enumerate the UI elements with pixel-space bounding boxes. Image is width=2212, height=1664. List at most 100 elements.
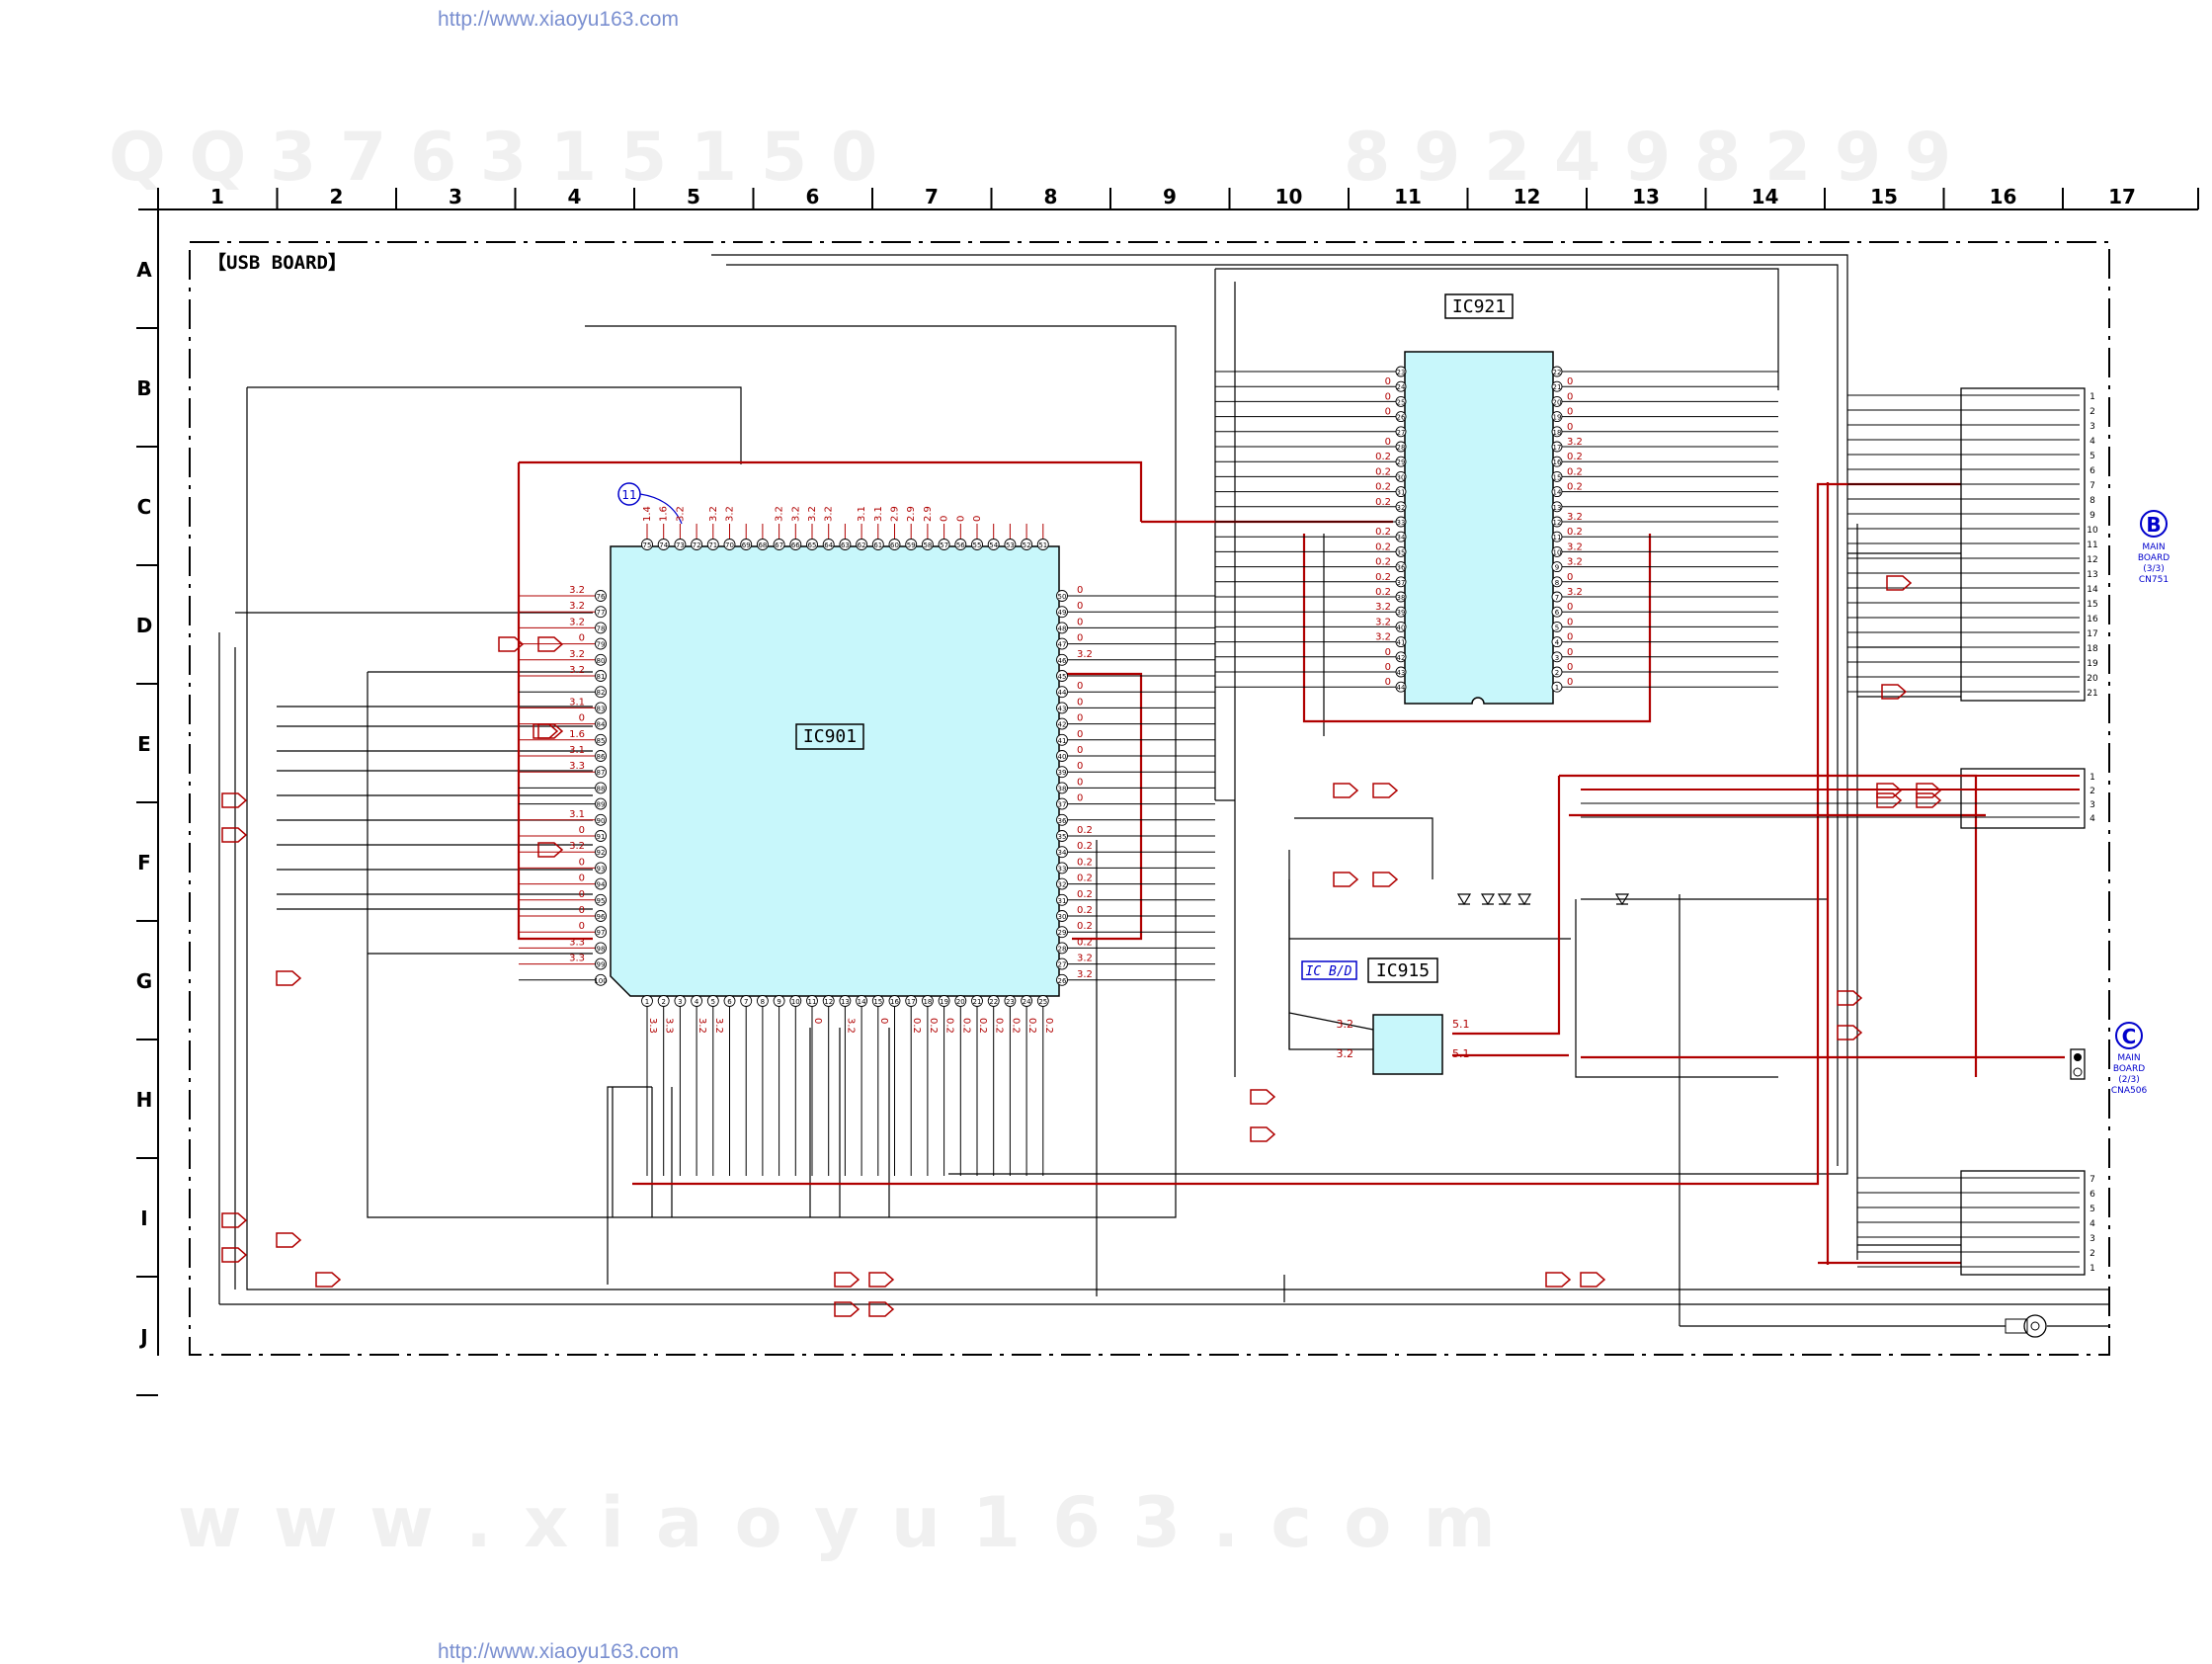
ic901-pin: 26 (1058, 977, 1067, 985)
ic901-pin: 9 (777, 998, 780, 1006)
ic901-volt: 0.2 (944, 1018, 955, 1034)
column-label: 14 (1752, 185, 1779, 208)
connector-b-line-4: CN751 (2139, 575, 2169, 585)
row-label: H (136, 1088, 153, 1112)
connector-low-pin: 2 (2089, 1249, 2095, 1259)
ic915-volt-r2: 5.1 (1452, 1047, 1470, 1060)
ic921-volt: 0 (1385, 437, 1391, 448)
column-label: 4 (568, 185, 582, 208)
ic901-pin: 46 (1058, 657, 1067, 665)
jack-connector[interactable] (1679, 1314, 2109, 1338)
column-label: 12 (1514, 185, 1541, 208)
ic921-volt: 0 (1385, 391, 1391, 402)
ic915-volt-l1: 3.2 (1337, 1018, 1354, 1031)
connector-b-pin: 20 (2087, 674, 2098, 684)
connector-b[interactable]: 123456789101112131415161718192021 (1847, 387, 2098, 702)
ic901-pin: 85 (597, 737, 606, 745)
ic901-volt: 3.2 (790, 506, 801, 522)
ic901-pin: 7 (744, 998, 748, 1006)
ic901-pin: 33 (1058, 865, 1067, 873)
ic921-volt: 3.2 (1375, 617, 1391, 627)
ic921-pin: 11 (1553, 534, 1562, 541)
ic901-pin: 77 (597, 609, 606, 617)
ic921-pin: 33 (1397, 519, 1406, 527)
ic915-volt-l2: 3.2 (1337, 1047, 1354, 1060)
ic901-pin: 84 (597, 721, 606, 729)
ic901-volt: 3.2 (696, 1018, 707, 1034)
connector-b-pin: 4 (2089, 437, 2095, 447)
row-label: E (137, 732, 151, 756)
ic901-pin: 82 (597, 689, 606, 697)
row-label: G (136, 969, 152, 993)
ic901-volt: 0 (579, 825, 585, 836)
ic901-volt: 0.2 (1077, 825, 1093, 836)
ic921-volt: 0.2 (1375, 572, 1391, 583)
connector-b-pin: 1 (2089, 392, 2095, 402)
ic901-volt: 1.6 (659, 506, 670, 522)
ic901-volt: 0.2 (994, 1018, 1005, 1034)
ic901-volt: 0.2 (1010, 1018, 1021, 1034)
connector-b-pin: 18 (2087, 644, 2098, 654)
connector-b-pin: 12 (2087, 555, 2097, 565)
ic921-volt: 0 (1567, 647, 1573, 658)
ic901-volt: 0 (1077, 777, 1083, 788)
ic901-pin: 32 (1058, 881, 1067, 889)
ic901-pin: 81 (597, 673, 606, 681)
ic901-volt: 0 (940, 516, 950, 522)
ic901-volt: 0 (1077, 793, 1083, 804)
ic901-volt: 0 (1077, 681, 1083, 692)
ic901-body[interactable] (610, 545, 1060, 997)
ic901-volt: 0 (1077, 745, 1083, 756)
ic921-pin: 24 (1397, 383, 1406, 391)
ic901-pin: 43 (1058, 705, 1067, 712)
ic901-pin: 72 (693, 541, 701, 549)
row-label: C (137, 495, 152, 519)
connector-c-line-4: CNA506 (2111, 1086, 2148, 1096)
ic901-pin: 57 (940, 541, 948, 549)
connector-mid-pin: 1 (2089, 773, 2095, 783)
ic921-volt: 0 (1385, 407, 1391, 418)
ic901-volt: 0 (1077, 617, 1083, 627)
ic921-volt: 0.2 (1567, 466, 1583, 477)
ic901-volt: 2.9 (890, 506, 901, 522)
ic921-volt: 0.2 (1375, 587, 1391, 598)
ic901-volt: 0 (579, 857, 585, 868)
connector-b-pin: 15 (2087, 600, 2097, 610)
ic915-tag: IC B/D (1306, 964, 1352, 979)
ic921-pin: 3 (1555, 654, 1559, 662)
ic901-volt: 0 (579, 889, 585, 900)
ic901-pin: 11 (808, 998, 817, 1006)
ic921-body[interactable] (1404, 351, 1554, 705)
ic915-volt-r1: 5.1 (1452, 1018, 1470, 1031)
ic901-pin: 98 (597, 945, 606, 953)
ic901-volt: 3.2 (708, 506, 719, 522)
ic901-volt: 0.2 (1077, 857, 1093, 868)
ic901-pin: 63 (841, 541, 850, 549)
connector-b-pin: 13 (2087, 570, 2097, 580)
ic901-pin: 39 (1058, 769, 1067, 777)
ic901-volt: 3.2 (675, 506, 686, 522)
ic901-volt: 3.2 (569, 601, 585, 612)
connector-c[interactable] (2070, 1048, 2086, 1080)
ic921-volt: 0 (1567, 677, 1573, 688)
connector-b-pin: 2 (2089, 407, 2095, 417)
ic915-body[interactable] (1372, 1014, 1443, 1075)
ic901-pin: 13 (841, 998, 850, 1006)
connector-low[interactable]: 7 6 5 4 3 2 1 (1857, 1170, 2095, 1276)
column-label: 7 (925, 185, 939, 208)
ic901-pin: 15 (873, 998, 882, 1006)
ic921-pin: 35 (1397, 548, 1406, 556)
ic901-volt: 0.2 (960, 1018, 971, 1034)
ic921-pin: 17 (1553, 444, 1562, 452)
connector-b-pin: 8 (2089, 496, 2095, 506)
connector-low-pin: 6 (2089, 1190, 2095, 1200)
ic901-volt: 3.3 (569, 937, 585, 948)
ic901-pin: 79 (597, 641, 606, 649)
ic921-pin: 5 (1555, 624, 1559, 631)
ic901-volt: 0 (1077, 697, 1083, 707)
ic901-pin: 56 (956, 541, 965, 549)
ic921-volt: 0.2 (1375, 557, 1391, 568)
ic901-pin: 68 (758, 541, 767, 549)
ic901-volt: 3.2 (807, 506, 818, 522)
row-ruler: A B C D E F G H I J (136, 209, 159, 1396)
